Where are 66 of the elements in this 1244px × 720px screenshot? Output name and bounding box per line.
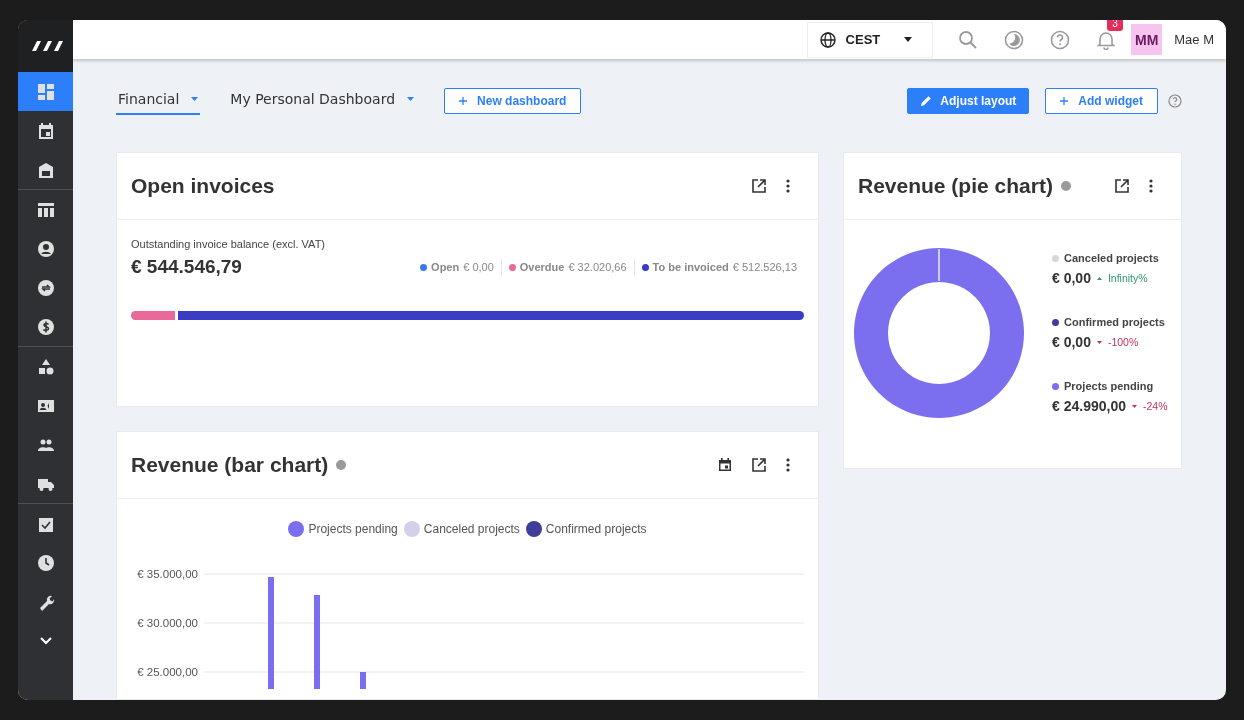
info-icon[interactable]	[336, 460, 347, 470]
open-external-icon[interactable]	[752, 179, 766, 193]
caret-icon	[904, 37, 913, 42]
user-name[interactable]: Mae M	[1174, 32, 1214, 47]
card-title: Revenue (bar chart)	[131, 453, 329, 477]
open-external-icon[interactable]	[1115, 179, 1129, 193]
legend-label: Confirmed projects	[1064, 316, 1165, 328]
legend-amount: € 512.526,13	[732, 261, 797, 273]
dashboard-tab[interactable]: Financial	[116, 87, 201, 115]
more-icon[interactable]	[786, 458, 790, 472]
legend-label: To be invoiced	[652, 261, 729, 273]
plus-icon	[459, 97, 468, 105]
more-icon[interactable]	[786, 179, 790, 193]
plus-icon	[1060, 97, 1069, 105]
legend-label: Canceled projects	[1064, 252, 1159, 264]
card-title: Revenue (pie chart)	[858, 174, 1053, 198]
help-icon[interactable]	[1168, 94, 1182, 108]
legend-label: Projects pending	[1064, 380, 1154, 392]
user-icon	[36, 239, 55, 258]
dollar-icon	[36, 317, 55, 336]
y-axis-label: € 30.000,00	[137, 616, 198, 630]
globe-icon	[819, 31, 836, 48]
notification-badge: 3	[1107, 20, 1123, 31]
y-axis-label: € 25.000,00	[137, 665, 198, 679]
legend-label: Canceled projects	[423, 522, 520, 536]
new-dashboard-button[interactable]: New dashboard	[444, 88, 582, 114]
caret-icon	[191, 97, 199, 101]
legend-change: -100%	[1107, 336, 1139, 348]
dashboard-icon	[36, 82, 55, 101]
theme-icon[interactable]	[1004, 29, 1025, 50]
pencil-icon	[920, 95, 933, 107]
adjust-layout-button[interactable]: Adjust layout	[907, 88, 1030, 114]
legend-change: -24%	[1142, 400, 1168, 412]
open-external-icon[interactable]	[752, 458, 766, 472]
caret-icon	[407, 97, 415, 101]
legend-amount: € 0,00	[1052, 334, 1091, 350]
dashboard-tab[interactable]: My Personal Dashboard	[228, 87, 417, 115]
legend-change: Infinity%	[1107, 272, 1148, 284]
balance-total: € 544.546,79	[131, 256, 242, 278]
card-title: Open invoices	[131, 174, 275, 198]
legend-amount: € 0,00	[463, 261, 494, 273]
bar	[360, 672, 366, 689]
legend-amount: € 24.990,00	[1052, 398, 1126, 414]
balance-caption: Outstanding invoice balance (excl. VAT)	[131, 238, 327, 250]
timezone-select[interactable]: CEST	[806, 21, 934, 58]
legend-label: Overdue	[519, 261, 565, 273]
search-icon[interactable]	[958, 29, 979, 50]
info-icon[interactable]	[1060, 181, 1071, 191]
add-widget-button[interactable]: Add widget	[1045, 88, 1158, 114]
building-icon	[36, 160, 55, 179]
help-icon[interactable]	[1050, 29, 1071, 50]
legend-label: Confirmed projects	[545, 522, 647, 536]
calendar-icon[interactable]	[718, 458, 732, 472]
table-icon	[36, 200, 55, 219]
more-icon[interactable]	[1149, 179, 1153, 193]
exchange-icon	[36, 278, 55, 297]
legend-amount: € 0,00	[1052, 270, 1091, 286]
bell-icon[interactable]	[1097, 29, 1116, 50]
calendar-icon	[36, 121, 55, 140]
clock-icon	[36, 553, 55, 572]
y-axis-label: € 35.000,00	[137, 567, 198, 581]
legend-amount: € 32.020,66	[568, 261, 627, 273]
legend-label: Open	[431, 261, 460, 273]
shapes-icon	[36, 357, 55, 376]
legend-label: Projects pending	[308, 522, 398, 536]
avatar[interactable]: MM	[1131, 24, 1163, 55]
